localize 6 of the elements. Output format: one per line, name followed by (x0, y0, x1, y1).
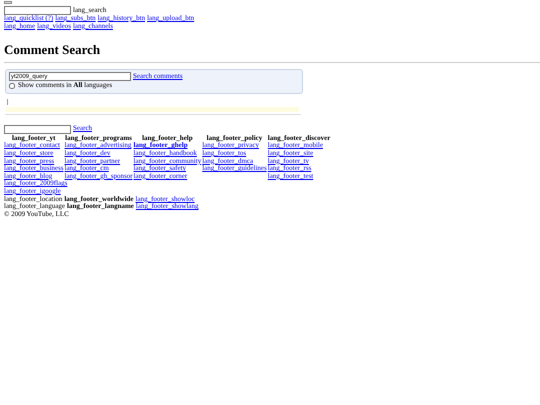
footer-search-field[interactable] (4, 124, 71, 134)
page-title: Comment Search (4, 42, 102, 58)
all-languages-checkbox[interactable] (9, 82, 15, 89)
small-button[interactable] (4, 1, 12, 4)
search-field[interactable] (4, 6, 71, 15)
cursor-mark (7, 98, 8, 105)
